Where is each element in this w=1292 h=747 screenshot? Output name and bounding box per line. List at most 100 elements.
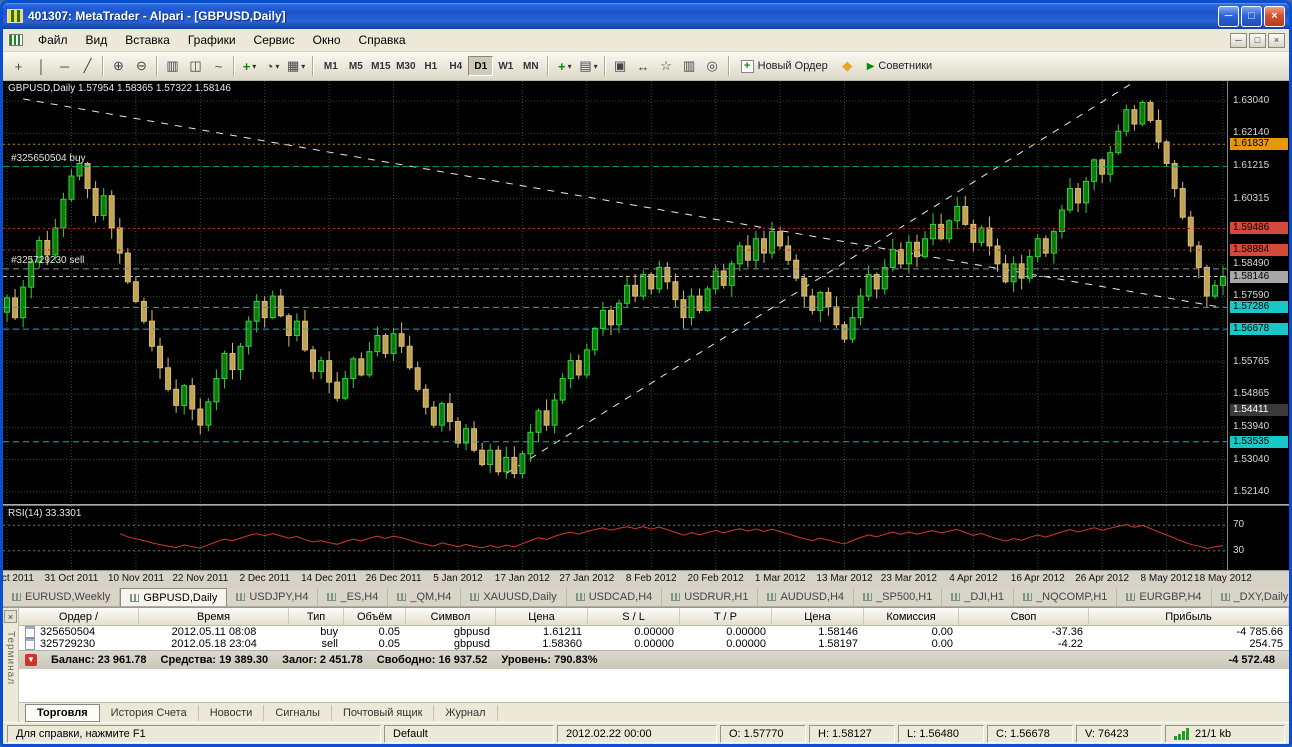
- window-close-button[interactable]: ×: [1264, 5, 1285, 27]
- time-axis-label: 14 Dec 2011: [301, 573, 358, 584]
- toolbar: + │ ─ ╱ ⊕ ⊖ ▥ ◫ ~ + ▾ ◔ ▾ ▦ ▾ M1 M5 M15 M30 H1 H4 D1 W1 MN + ▾ ▤…: [3, 52, 1289, 81]
- indicators-button[interactable]: + ▾: [238, 55, 261, 77]
- time-axis-label: 2 Dec 2011: [239, 573, 290, 584]
- chart-tab-xauusd-daily[interactable]: XAUUSD,Daily: [461, 588, 567, 606]
- column-header-order[interactable]: Ордер /: [19, 608, 139, 625]
- column-header-type[interactable]: Тип: [289, 608, 344, 625]
- menu-view[interactable]: Вид: [77, 30, 117, 50]
- chart-tab-usdcad-h4[interactable]: USDCAD,H4: [567, 588, 663, 606]
- price-axis[interactable]: 1.63040 1.62140 1.61837 1.61215 1.60315 1.594…: [1227, 81, 1289, 504]
- zoom-in-icon[interactable]: ⊕: [107, 55, 130, 77]
- chart-tab--es-h4[interactable]: _ES,H4: [318, 588, 389, 606]
- favorites-icon[interactable]: ☆: [655, 55, 678, 77]
- export-icon[interactable]: ▣: [609, 55, 632, 77]
- menu-charts[interactable]: Графики: [179, 30, 245, 50]
- menu-insert[interactable]: Вставка: [116, 30, 179, 50]
- terminal-tab-почтовый-ящик[interactable]: Почтовый ящик: [332, 704, 435, 721]
- line-chart-icon[interactable]: ~: [207, 55, 230, 77]
- column-header-profit[interactable]: Прибыль: [1089, 608, 1289, 625]
- chart-tab-icon: [397, 593, 407, 601]
- title-bar[interactable]: 401307: MetaTrader - Alpari - [GBPUSD,Da…: [3, 3, 1289, 29]
- rsi-pane[interactable]: RSI(14) 33.3301: [3, 506, 1227, 570]
- terminal-close-button[interactable]: ×: [4, 610, 17, 623]
- menu-service[interactable]: Сервис: [245, 30, 304, 50]
- timeframe-m5[interactable]: M5: [343, 56, 368, 76]
- terminal-tab-новости[interactable]: Новости: [199, 704, 265, 721]
- chart-tab--qm-h4[interactable]: _QM,H4: [388, 588, 462, 606]
- chart-tab-usdjpy-h4[interactable]: USDJPY,H4: [227, 588, 319, 606]
- zoom-out-icon[interactable]: ⊖: [130, 55, 153, 77]
- export-icon: ▣: [613, 58, 627, 73]
- candlestick-chart-icon[interactable]: ◫: [184, 55, 207, 77]
- crosshair-icon[interactable]: +: [7, 55, 30, 77]
- data-window-icon[interactable]: ▥: [678, 55, 701, 77]
- table-row[interactable]: 325729230 2012.05.18 23:04 sell 0.05 gbpusd 1…: [19, 638, 1289, 650]
- window-minimize-button[interactable]: ─: [1218, 5, 1239, 27]
- chart-tab-eurgbp-h4[interactable]: EURGBP,H4: [1117, 588, 1212, 606]
- window-restore-button[interactable]: □: [1241, 5, 1262, 27]
- column-header-open-price[interactable]: Цена: [496, 608, 588, 625]
- add-chart-button[interactable]: + ▾: [553, 55, 576, 77]
- priority-button[interactable]: ◆: [836, 55, 859, 77]
- menu-file[interactable]: Файл: [29, 30, 77, 50]
- move-chart-icon[interactable]: ↔: [632, 55, 655, 77]
- time-axis[interactable]: 19 Oct 2011 31 Oct 2011 10 Nov 2011 22 Nov …: [3, 570, 1289, 588]
- timeframe-m30[interactable]: M30: [393, 56, 418, 76]
- periods-button[interactable]: ◔ ▾: [261, 55, 284, 77]
- column-header-swap[interactable]: Своп: [959, 608, 1089, 625]
- column-header-commission[interactable]: Комиссия: [864, 608, 959, 625]
- timeframe-d1[interactable]: D1: [468, 56, 494, 76]
- chart-tab-gbpusd-daily[interactable]: GBPUSD,Daily: [120, 588, 228, 606]
- menu-help[interactable]: Справка: [350, 30, 415, 50]
- timeframe-mn[interactable]: MN: [518, 56, 543, 76]
- buy-order-label[interactable]: #325650504 buy: [11, 153, 86, 164]
- chart-mdi-icon[interactable]: [9, 34, 23, 46]
- column-header-sl[interactable]: S / L: [588, 608, 680, 625]
- new-order-button[interactable]: + Новый Ордер: [734, 55, 835, 77]
- column-header-time[interactable]: Время: [139, 608, 289, 625]
- mdi-minimize-button[interactable]: ─: [1230, 32, 1247, 48]
- chart-tab--dji-h1[interactable]: _DJI,H1: [942, 588, 1015, 606]
- chart-tab-label: USDCAD,H4: [588, 591, 653, 603]
- timeframe-h1[interactable]: H1: [418, 56, 443, 76]
- terminal-tab-журнал[interactable]: Журнал: [434, 704, 498, 721]
- column-header-symbol[interactable]: Символ: [406, 608, 496, 625]
- chart-tab-usdrur-h1[interactable]: USDRUR,H1: [662, 588, 759, 606]
- chart-tab--nqcomp-h1[interactable]: _NQCOMP,H1: [1014, 588, 1118, 606]
- menu-window[interactable]: Окно: [304, 30, 350, 50]
- chart-tab-label: _DJI,H1: [964, 591, 1005, 603]
- vertical-line-icon[interactable]: │: [30, 55, 53, 77]
- price-chart[interactable]: GBPUSD,Daily 1.57954 1.58365 1.57322 1.5…: [3, 81, 1227, 504]
- column-header-tp[interactable]: T / P: [680, 608, 772, 625]
- chart-tab-audusd-h4[interactable]: AUDUSD,H4: [758, 588, 855, 606]
- timeframe-w1[interactable]: W1: [493, 56, 518, 76]
- mdi-close-button[interactable]: ×: [1268, 32, 1285, 48]
- chart-tab-eurusd-weekly[interactable]: EURUSD,Weekly: [3, 588, 121, 606]
- terminal-tab-торговля[interactable]: Торговля: [25, 703, 100, 722]
- window-layout-button[interactable]: ▤ ▾: [576, 55, 600, 77]
- time-axis-label: 8 Feb 2012: [625, 573, 677, 584]
- chart-tab--sp500-h1[interactable]: _SP500,H1: [854, 588, 943, 606]
- timeframe-h4[interactable]: H4: [443, 56, 468, 76]
- terminal-tab-сигналы[interactable]: Сигналы: [264, 704, 332, 721]
- chart-tab--dxy-daily[interactable]: _DXY,Daily: [1212, 588, 1289, 606]
- column-header-volume[interactable]: Объём: [344, 608, 406, 625]
- horizontal-line-icon[interactable]: ─: [53, 55, 76, 77]
- trendline-icon[interactable]: ╱: [76, 55, 99, 77]
- templates-button[interactable]: ▦ ▾: [284, 55, 308, 77]
- terminal-tab-история-счета[interactable]: История Счета: [100, 704, 199, 721]
- table-row[interactable]: 325650504 2012.05.11 08:08 buy 0.05 gbpusd 1.…: [19, 626, 1289, 638]
- timeframe-m15[interactable]: M15: [368, 56, 393, 76]
- expert-advisors-button[interactable]: ▶ Советники: [860, 55, 939, 77]
- search-icon[interactable]: ◎: [701, 55, 724, 77]
- order-cell-time: 2012.05.18 23:04: [171, 638, 257, 650]
- sell-order-label[interactable]: #325729230 sell: [11, 255, 84, 266]
- rsi-axis[interactable]: 70 30: [1227, 506, 1289, 570]
- chart-tab-icon: [327, 593, 337, 601]
- mdi-restore-button[interactable]: □: [1249, 32, 1266, 48]
- bar-chart-icon[interactable]: ▥: [161, 55, 184, 77]
- column-header-current-price[interactable]: Цена: [772, 608, 864, 625]
- timeframe-m1[interactable]: M1: [318, 56, 343, 76]
- price-axis-label: 1.59486: [1230, 222, 1288, 235]
- order-cell-sl: 0.00000: [634, 626, 674, 638]
